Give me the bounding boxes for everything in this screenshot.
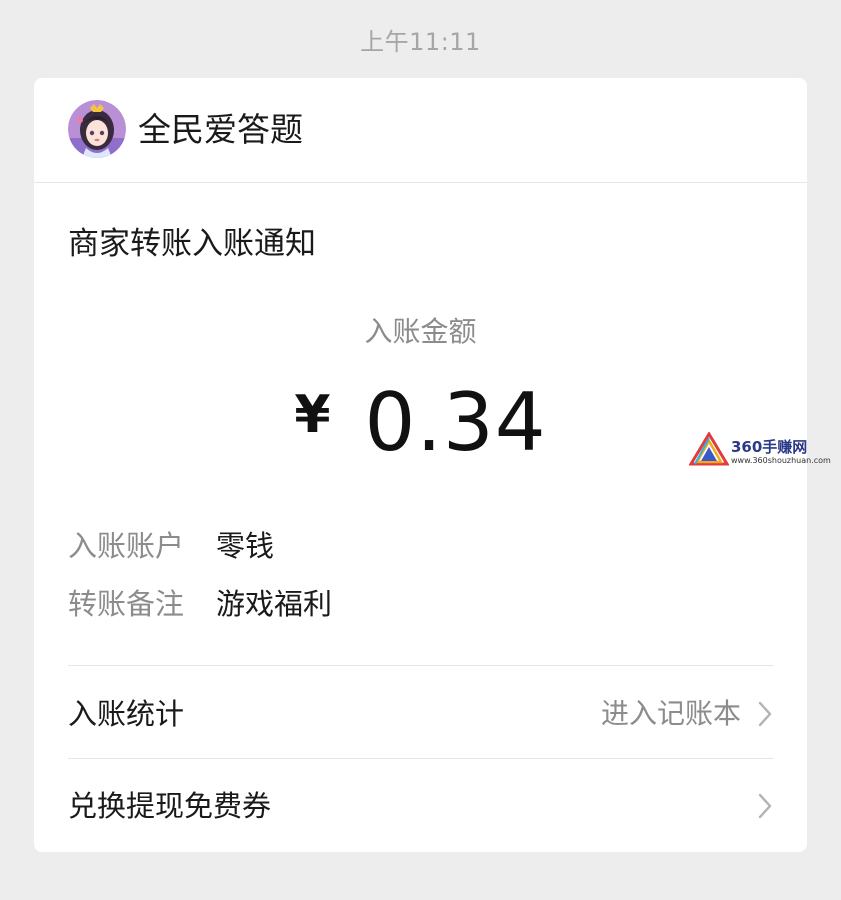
action-label: 兑换提现免费券: [68, 789, 272, 823]
detail-row-remark: 转账备注 游戏福利: [68, 586, 332, 622]
detail-label: 入账账户: [68, 529, 185, 563]
app-avatar-icon[interactable]: [68, 100, 126, 158]
currency-symbol: ¥: [294, 385, 331, 445]
watermark-url: www.360shouzhuan.com: [731, 456, 831, 465]
watermark: 360手赚网 www.360shouzhuan.com: [688, 431, 839, 468]
redeem-voucher-row[interactable]: 兑换提现免费券: [34, 762, 807, 850]
notice-title: 商家转账入账通知: [68, 226, 316, 262]
income-statistics-row[interactable]: 入账统计 进入记账本: [34, 670, 807, 758]
chevron-right-icon: [758, 701, 772, 727]
amount-label: 入账金额: [364, 315, 477, 348]
message-timestamp: 上午11:11: [360, 28, 481, 56]
divider: [68, 665, 774, 666]
action-label: 入账统计: [68, 697, 185, 731]
amount-value: 0.34: [364, 376, 547, 469]
chevron-right-icon: [758, 793, 772, 819]
detail-value: 零钱: [216, 529, 275, 563]
card-header: 全民爱答题: [34, 78, 807, 183]
app-name[interactable]: 全民爱答题: [138, 110, 303, 150]
watermark-name: 360手赚网: [731, 438, 808, 456]
detail-row-account: 入账账户 零钱: [68, 528, 274, 564]
watermark-logo-icon: [688, 431, 730, 466]
divider: [68, 758, 774, 759]
detail-value: 游戏福利: [216, 587, 333, 621]
open-ledger-link[interactable]: 进入记账本: [601, 696, 741, 732]
detail-label: 转账备注: [68, 587, 185, 621]
